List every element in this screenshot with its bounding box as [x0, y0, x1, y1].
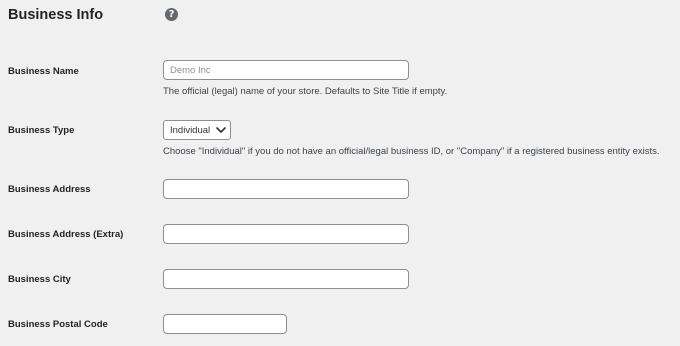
- business-type-select[interactable]: Individual: [163, 120, 231, 140]
- business-address-extra-input[interactable]: [163, 224, 409, 244]
- business-postal-code-input[interactable]: [163, 314, 287, 334]
- help-icon[interactable]: ?: [165, 8, 178, 21]
- business-type-description: Choose "Individual" if you do not have a…: [163, 146, 660, 157]
- business-name-label: Business Name: [8, 66, 79, 77]
- business-name-description: The official (legal) name of your store.…: [163, 86, 448, 97]
- business-name-input[interactable]: [163, 60, 409, 80]
- business-city-input[interactable]: [163, 269, 409, 289]
- business-address-extra-label: Business Address (Extra): [8, 229, 124, 240]
- business-postal-code-label: Business Postal Code: [8, 319, 108, 330]
- business-type-label: Business Type: [8, 125, 75, 136]
- business-address-input[interactable]: [163, 179, 409, 199]
- business-address-label: Business Address: [8, 184, 91, 195]
- section-title: Business Info: [8, 7, 104, 23]
- chevron-down-icon: [214, 120, 228, 140]
- business-type-selected-value: Individual: [170, 124, 211, 136]
- business-city-label: Business City: [8, 274, 71, 285]
